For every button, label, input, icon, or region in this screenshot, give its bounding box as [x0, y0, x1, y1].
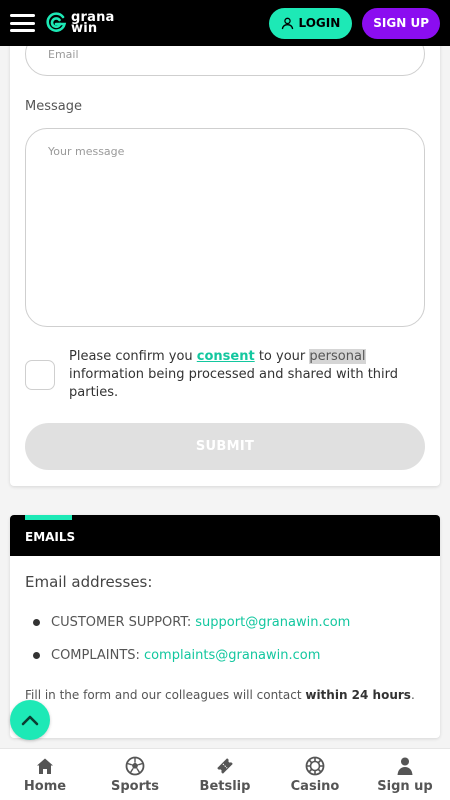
- home-icon: [34, 755, 56, 777]
- list-item: CUSTOMER SUPPORT: support@granawin.com: [33, 615, 350, 630]
- consent-text: Please confirm you consent to your perso…: [69, 348, 419, 402]
- note-bold: within 24 hours: [305, 688, 411, 702]
- contact-form-card: Message Please confirm you consent to yo…: [10, 0, 440, 486]
- nav-item-betslip[interactable]: Betslip: [180, 749, 270, 800]
- user-icon: [281, 17, 293, 29]
- nav-label-home: Home: [23, 779, 67, 794]
- consent-text-start: Please confirm you: [69, 349, 197, 364]
- emails-header: EMAILS: [10, 515, 440, 556]
- login-label: LOGIN: [298, 16, 341, 30]
- consent-link[interactable]: consent: [197, 349, 255, 364]
- consent-text-end: information being processed and shared w…: [69, 367, 399, 400]
- emails-card: EMAILS Email addresses: CUSTOMER SUPPORT…: [10, 515, 440, 738]
- emails-accent-bar: [25, 515, 72, 520]
- consent-text-highlight: personal: [309, 349, 366, 364]
- complaints-email-link[interactable]: complaints@granawin.com: [144, 648, 320, 663]
- scroll-top-button[interactable]: [10, 700, 50, 740]
- message-field[interactable]: [25, 128, 425, 327]
- signup-button[interactable]: SIGN UP: [362, 7, 440, 39]
- chevron-up-icon: [21, 715, 39, 726]
- bottom-nav: Home Sports Betslip Casino Sign up: [0, 748, 450, 800]
- consent-text-middle: to your: [254, 349, 310, 364]
- support-email-link[interactable]: support@granawin.com: [195, 615, 350, 630]
- list-item: COMPLAINTS: complaints@granawin.com: [33, 648, 320, 663]
- ticket-icon: [214, 755, 236, 777]
- nav-item-casino[interactable]: Casino: [270, 749, 360, 800]
- contact-label: CUSTOMER SUPPORT:: [51, 615, 192, 630]
- login-button[interactable]: LOGIN: [268, 7, 353, 39]
- consent-checkbox[interactable]: [25, 360, 55, 390]
- soccer-ball-icon: [124, 755, 146, 777]
- logo-text: grana win: [71, 11, 115, 35]
- emails-subtitle: Email addresses:: [25, 573, 153, 591]
- emails-title: EMAILS: [25, 530, 76, 544]
- nav-label-sports: Sports: [111, 779, 159, 794]
- message-label: Message: [25, 99, 82, 114]
- nav-label-casino: Casino: [290, 779, 340, 794]
- casino-chip-icon: [304, 755, 326, 777]
- logo-mark-icon: [46, 12, 67, 32]
- bullet-icon: [33, 652, 40, 659]
- user-icon: [394, 755, 416, 777]
- note-end: .: [410, 688, 415, 702]
- nav-item-sports[interactable]: Sports: [90, 749, 180, 800]
- nav-label-betslip: Betslip: [199, 779, 251, 794]
- nav-label-signup: Sign up: [377, 779, 433, 794]
- submit-button[interactable]: SUBMIT: [25, 423, 425, 470]
- nav-item-home[interactable]: Home: [0, 749, 90, 800]
- bullet-icon: [33, 619, 40, 626]
- note-text: Fill in the form and our colleagues will…: [25, 688, 306, 702]
- menu-icon[interactable]: [10, 14, 35, 32]
- response-time-note: Fill in the form and our colleagues will…: [25, 688, 415, 702]
- top-header: grana win LOGIN SIGN UP: [0, 0, 450, 46]
- contact-label: COMPLAINTS:: [51, 648, 140, 663]
- nav-item-signup[interactable]: Sign up: [360, 749, 450, 800]
- logo[interactable]: grana win: [45, 11, 115, 35]
